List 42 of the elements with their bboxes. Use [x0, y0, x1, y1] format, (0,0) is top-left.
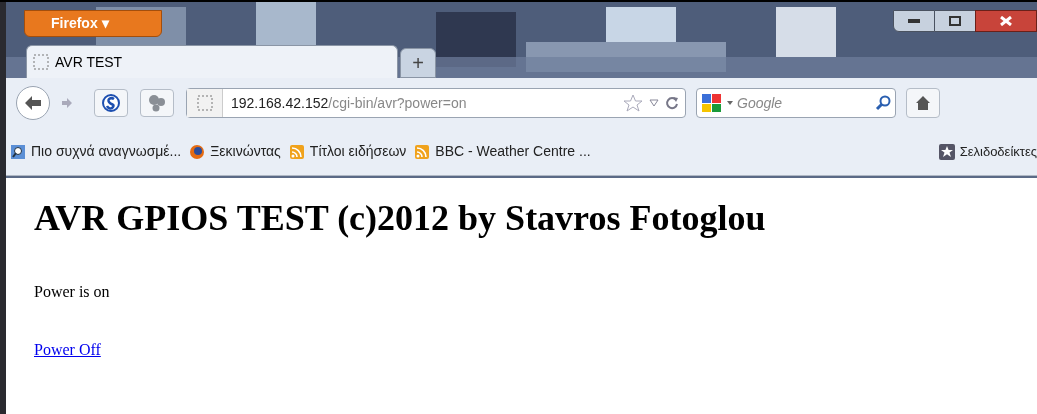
home-icon — [915, 95, 931, 111]
dropdown-arrow-icon — [727, 101, 733, 105]
minimize-button[interactable] — [893, 10, 935, 32]
google-logo-icon — [701, 93, 723, 113]
firefox-icon — [189, 143, 206, 160]
search-icon — [875, 95, 891, 111]
s-logo-icon — [102, 94, 120, 112]
maximize-icon — [949, 16, 961, 26]
close-button[interactable] — [975, 10, 1037, 32]
browser-tab[interactable]: AVR TEST — [26, 45, 398, 78]
minimize-icon — [908, 19, 920, 23]
page-heading: AVR GPIOS TEST (c)2012 by Stavros Fotoglou — [34, 197, 767, 240]
rss-feed-icon — [414, 143, 431, 160]
search-page-icon — [10, 143, 26, 160]
search-field[interactable]: Google — [737, 92, 867, 114]
forward-arrow-icon — [61, 97, 73, 109]
close-icon — [1000, 16, 1012, 26]
url-host: 192.168.42.152 — [231, 93, 329, 113]
bookmark-item[interactable]: Πιο συχνά αναγνωσμέ... — [10, 141, 182, 162]
url-path: /cgi-bin/avr?power=on — [328, 93, 467, 113]
circles-icon — [148, 94, 166, 112]
address-field[interactable]: 192.168.42.152/cgi-bin/avr?power=on — [186, 88, 686, 118]
toolbar-button[interactable] — [94, 89, 128, 117]
dropdown-arrow-icon — [649, 99, 659, 107]
bookmark-item[interactable]: Τίτλοι ειδήσεων — [288, 141, 407, 162]
power-off-link[interactable]: Power Off — [34, 338, 101, 362]
status-text: Power is on — [34, 282, 111, 302]
back-arrow-icon — [24, 95, 42, 111]
star-icon — [938, 143, 955, 160]
page-icon — [196, 95, 213, 111]
search-bar[interactable]: Google — [696, 88, 896, 118]
page-icon — [33, 54, 49, 70]
bookmark-item[interactable]: Ξεκινώντας — [189, 141, 281, 162]
home-button[interactable] — [906, 88, 940, 118]
star-icon — [623, 94, 643, 112]
rss-feed-icon — [288, 143, 305, 160]
reload-icon — [665, 96, 679, 110]
new-tab-button[interactable]: + — [400, 48, 436, 78]
maximize-button[interactable] — [935, 10, 975, 32]
bookmark-item[interactable]: BBC - Weather Centre ... — [414, 141, 591, 162]
back-button[interactable] — [16, 86, 50, 120]
bookmarks-menu[interactable]: Σελιδοδείκτες — [938, 141, 1037, 162]
